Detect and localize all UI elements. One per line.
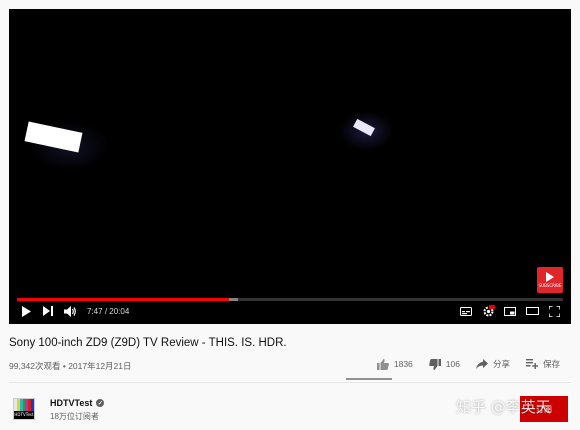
fullscreen-icon [548,305,560,317]
dislike-button[interactable]: 106 [428,358,460,370]
gear-icon [483,304,495,316]
time-display: 7:47 / 20:04 [87,307,129,316]
subscriber-count: 18万位订阅者 [50,412,99,421]
fullscreen-button[interactable] [543,300,565,322]
volume-button[interactable] [59,300,81,322]
miniplayer-icon [504,306,516,316]
duration: 20:04 [109,306,130,316]
dislike-count: 106 [445,359,460,369]
play-icon [22,305,31,317]
video-meta: 99,342次观看 • 2017年12月21日 [9,361,132,371]
next-icon [42,306,53,316]
play-button[interactable] [15,300,37,322]
thumbs-down-icon [428,358,441,370]
subtitles-icon [460,306,472,316]
channel-name: HDTVTest [50,398,93,408]
settings-button[interactable] [477,300,499,322]
player-controls: 7:47 / 20:04 [9,298,571,324]
play-logo-icon [546,272,554,282]
color-bars-logo [14,399,34,411]
channel-name-row[interactable]: HDTVTest ✓ [50,398,105,408]
share-icon [475,359,488,369]
avatar-label: HDTVTest [14,411,34,419]
share-button[interactable]: 分享 [475,358,510,370]
share-label: 分享 [492,359,510,369]
playlist-add-icon [525,359,538,369]
next-button[interactable] [37,300,59,322]
video-actions: 1836 106 分享 保存 [361,358,560,370]
like-dislike-ratio-bar [346,378,392,380]
verified-icon: ✓ [96,399,105,407]
watermark-text: 知乎 @李英天 [456,398,551,416]
thumbs-up-icon [376,358,389,370]
save-button[interactable]: 保存 [525,358,560,370]
miniplayer-button[interactable] [499,300,521,322]
like-button[interactable]: 1836 [376,358,413,370]
theater-mode-button[interactable] [521,300,543,322]
theater-icon [525,307,539,315]
current-time: 7:47 [87,306,103,316]
channel-avatar[interactable]: HDTVTest [13,398,35,420]
like-count: 1836 [393,359,413,369]
subscribe-watermark-button[interactable]: SUBSCRIBE [537,267,563,293]
divider [9,382,571,383]
video-player[interactable]: SUBSCRIBE 7:47 / 20:04 [9,9,571,324]
save-label: 保存 [542,359,560,369]
subscribe-watermark-label: SUBSCRIBE [538,283,562,288]
subtitles-button[interactable] [455,300,477,322]
video-title: Sony 100-inch ZD9 (Z9D) TV Review - THIS… [9,337,287,349]
volume-icon [63,305,76,317]
